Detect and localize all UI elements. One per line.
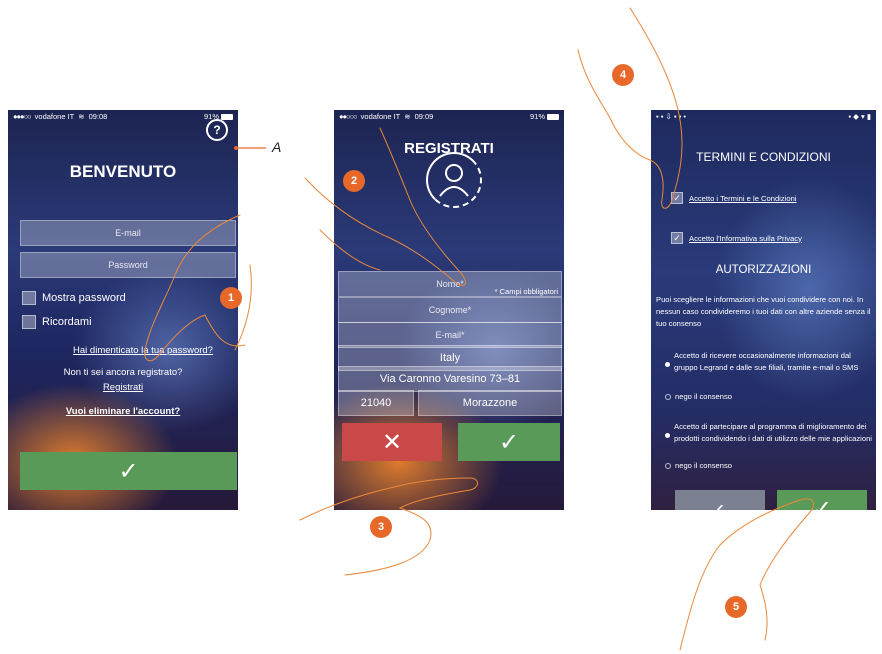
confirm-button[interactable]: ✓ [20,452,237,490]
remember-me-label: Ricordami [42,316,92,328]
deny2-label: nego il consenso [675,461,732,470]
cancel-button[interactable]: ✕ [342,423,442,461]
clock-label: 09:08 [88,112,108,121]
battery-icon [221,114,233,121]
step-badge-2: 2 [343,170,365,192]
user-icon [439,164,469,197]
email-field[interactable]: E-mail [20,220,236,246]
option1-radio[interactable]: Accetto di ricevere occasionalmente info… [665,350,872,374]
deny1-radio[interactable]: nego il consenso [665,391,732,403]
status-bar: ●●●○○ vodafone IT ≋ 09:08 91% [8,110,238,123]
checkmark-icon[interactable]: ✓ [671,232,683,244]
page-title: TERMINI E CONDIZIONI [696,150,831,164]
password-field[interactable]: Password [20,252,236,278]
confirm-button[interactable]: ✓ [777,490,867,510]
checkbox-box[interactable] [22,291,36,305]
wifi-icon: ≋ [78,112,85,121]
not-registered-text: Non ti sei ancora registrato? [63,367,183,378]
system-icons: ▪ ◆ ▾ ▮ [848,112,871,121]
radio-selected-icon[interactable] [665,433,670,438]
step-badge-1: 1 [220,287,242,309]
avatar-icon[interactable] [426,152,482,208]
battery-label: 91% [529,112,545,121]
wifi-icon: ≋ [404,112,411,121]
terms-screen: ▪ ▪ ⇩ ▪ ▪ • ▪ ◆ ▾ ▮ TERMINI E CONDIZIONI… [651,110,876,510]
step-badge-5: 5 [725,596,747,618]
notification-icons: ▪ ▪ ⇩ ▪ ▪ • [656,112,686,121]
option2-label: Accetto di partecipare al programma di m… [674,422,872,443]
signal-icon: ●●○○○ [339,112,358,121]
step-badge-3: 3 [370,516,392,538]
radio-icon[interactable] [665,394,671,400]
city-field[interactable]: Morazzone [418,390,562,416]
carrier-label: vodafone IT [34,112,75,121]
show-password-label: Mostra password [42,292,126,304]
name-field[interactable]: Nome* [338,271,562,297]
clock-label: 09:09 [414,112,434,121]
page-title: BENVENUTO [69,162,177,181]
checkmark-icon[interactable]: ✓ [671,192,683,204]
carrier-label: vodafone IT [360,112,401,121]
accept-privacy-label[interactable]: Accetto l'Informativa sulla Privacy [689,234,802,243]
signal-icon: ●●●○○ [13,112,32,121]
delete-account-link[interactable]: Vuoi eliminare l'account? [8,406,238,417]
section-title: AUTORIZZAZIONI [715,264,812,276]
help-icon[interactable]: ? [206,119,228,141]
radio-icon[interactable] [665,463,671,469]
accept-terms-label[interactable]: Accetto i Termini e le Condizioni [689,194,797,203]
deny1-label: nego il consenso [675,392,732,401]
address-field[interactable]: Via Caronno Varesino 73–81 [338,366,562,392]
pointing-hand-5 [679,498,815,651]
forgot-password-link[interactable]: Hai dimenticato la tua password? [48,345,238,356]
accept-privacy-checkbox[interactable]: ✓ Accetto l'Informativa sulla Privacy [671,232,802,244]
show-password-checkbox[interactable]: Mostra password [22,291,126,305]
confirm-button[interactable]: ✓ [458,423,560,461]
option2-radio[interactable]: Accetto di partecipare al programma di m… [665,421,872,445]
remember-me-checkbox[interactable]: Ricordami [22,315,92,329]
register-screen: ●●○○○ vodafone IT ≋ 09:09 91% REGISTRATI… [334,110,564,510]
register-link[interactable]: Registrati [8,382,238,393]
battery-icon [547,114,559,121]
deny2-radio[interactable]: nego il consenso [665,460,732,472]
status-bar: ▪ ▪ ⇩ ▪ ▪ • ▪ ◆ ▾ ▮ [651,110,876,123]
back-button[interactable]: ‹ [675,490,765,510]
option1-label: Accetto di ricevere occasionalmente info… [674,351,859,372]
surname-field[interactable]: Cognome* [338,297,562,323]
status-bar: ●●○○○ vodafone IT ≋ 09:09 91% [334,110,564,123]
login-screen: ●●●○○ vodafone IT ≋ 09:08 91% ? BENVENUT… [8,110,238,510]
callout-label: A [272,139,282,155]
radio-selected-icon[interactable] [665,362,670,367]
zip-field[interactable]: 21040 [338,390,414,416]
accept-terms-checkbox[interactable]: ✓ Accetto i Termini e le Condizioni [671,192,797,204]
auth-description: Puoi scegliere le informazioni che vuoi … [656,295,871,328]
checkbox-box[interactable] [22,315,36,329]
step-badge-4: 4 [612,64,634,86]
